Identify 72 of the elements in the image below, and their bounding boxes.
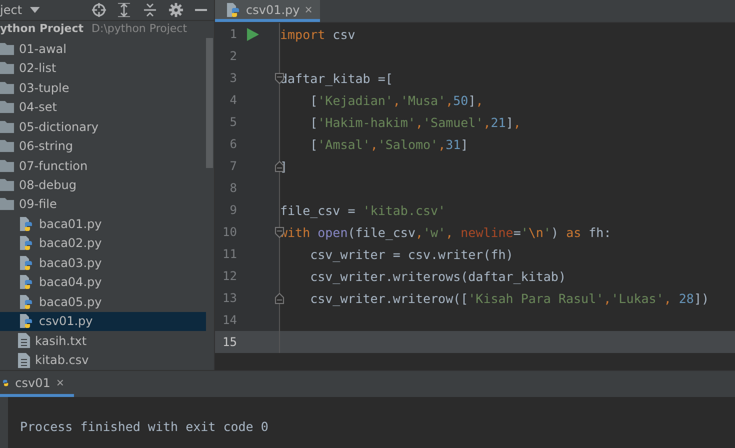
project-name: ython Project: [0, 22, 84, 34]
fold-icon[interactable]: [275, 160, 284, 172]
fold-icon[interactable]: [275, 292, 284, 304]
tree-item[interactable]: kasih.txt: [0, 331, 206, 350]
panel-title[interactable]: ject: [0, 3, 22, 17]
tree-item[interactable]: baca05.py: [0, 292, 206, 312]
tree-item[interactable]: 04-set: [0, 97, 206, 117]
folder-icon: [0, 179, 14, 192]
code-line: import csv: [280, 26, 356, 42]
folder-icon: [0, 198, 14, 210]
python-file-icon: [225, 2, 241, 18]
run-icon[interactable]: [247, 28, 259, 40]
line-number: 7: [228, 159, 237, 173]
line-number: 11: [222, 247, 237, 261]
locate-icon[interactable]: [90, 2, 108, 18]
python-file-icon: [18, 294, 34, 310]
python-file-icon: [18, 216, 34, 232]
code-line: file_csv = 'kitab.csv': [280, 202, 446, 218]
code-line: csv_writer.writerows(daftar_kitab): [309, 268, 566, 284]
tree-item[interactable]: baca02.py: [0, 234, 206, 254]
line-number: 15: [222, 335, 237, 349]
tree-item[interactable]: 03-tuple: [0, 78, 206, 98]
folder-icon: [0, 120, 14, 133]
line-number: 5: [228, 115, 237, 129]
line-number: 1: [228, 27, 237, 41]
folder-icon: [0, 62, 14, 74]
line-number: 14: [222, 313, 237, 327]
folder-icon: [0, 82, 14, 94]
line-number: 3: [228, 71, 237, 85]
python-file-icon: [18, 274, 34, 290]
code-line: csv_writer = csv.writer(fh): [309, 246, 514, 262]
text-file-icon: [18, 352, 30, 368]
code-line: csv_writer.writerow(['Kisah Para Rasul','Lukas', 28]): [309, 290, 710, 306]
tree-item[interactable]: 09-file: [0, 194, 206, 214]
line-number: 9: [228, 203, 237, 217]
tree-item[interactable]: 08-debug: [0, 175, 206, 195]
collapse-all-icon[interactable]: [141, 2, 159, 18]
tree-item[interactable]: 06-string: [0, 136, 206, 156]
folder-icon: [0, 101, 14, 114]
python-file-icon: [18, 254, 34, 271]
python-file-icon: [18, 235, 34, 252]
code-line: ['Hakim-hakim','Samuel',21],: [309, 114, 521, 130]
tree-item[interactable]: 02-list: [0, 58, 206, 78]
line-number: 10: [222, 225, 237, 239]
project-path: D:\python Project: [92, 22, 188, 34]
folder-icon: [0, 140, 14, 152]
tree-item[interactable]: kitab.csv: [0, 350, 206, 370]
tree-item[interactable]: baca04.py: [0, 272, 206, 292]
tree-item[interactable]: 01-awal: [0, 39, 206, 58]
tree-item[interactable]: 05-dictionary: [0, 116, 206, 136]
code-line: daftar_kitab =[: [280, 70, 393, 86]
console-output: Process finished with exit code 0: [20, 419, 268, 436]
run-tab[interactable]: csv01 ×: [0, 371, 74, 397]
tree-item[interactable]: csv01.py: [0, 312, 206, 332]
settings-icon[interactable]: [166, 2, 184, 18]
text-file-icon: [18, 333, 30, 348]
line-number: 13: [222, 291, 237, 305]
tree-item[interactable]: baca03.py: [0, 253, 206, 273]
line-number: 6: [228, 137, 237, 151]
tree-item[interactable]: 07-function: [0, 156, 206, 176]
line-number: 2: [228, 49, 237, 63]
code-line: ['Amsal','Salomo',31]: [309, 136, 468, 152]
python-file-icon: [18, 313, 34, 330]
folder-icon: [0, 160, 14, 172]
folder-icon: [0, 42, 14, 55]
line-number: 8: [228, 181, 237, 195]
line-number: 12: [222, 269, 237, 283]
editor-tab[interactable]: csv01.py ×: [215, 0, 320, 22]
code-line: ['Kejadian','Musa',50],: [309, 92, 484, 108]
caret-icon[interactable]: [30, 7, 40, 13]
line-number: 4: [228, 93, 237, 107]
tree-item[interactable]: baca01.py: [0, 214, 206, 234]
